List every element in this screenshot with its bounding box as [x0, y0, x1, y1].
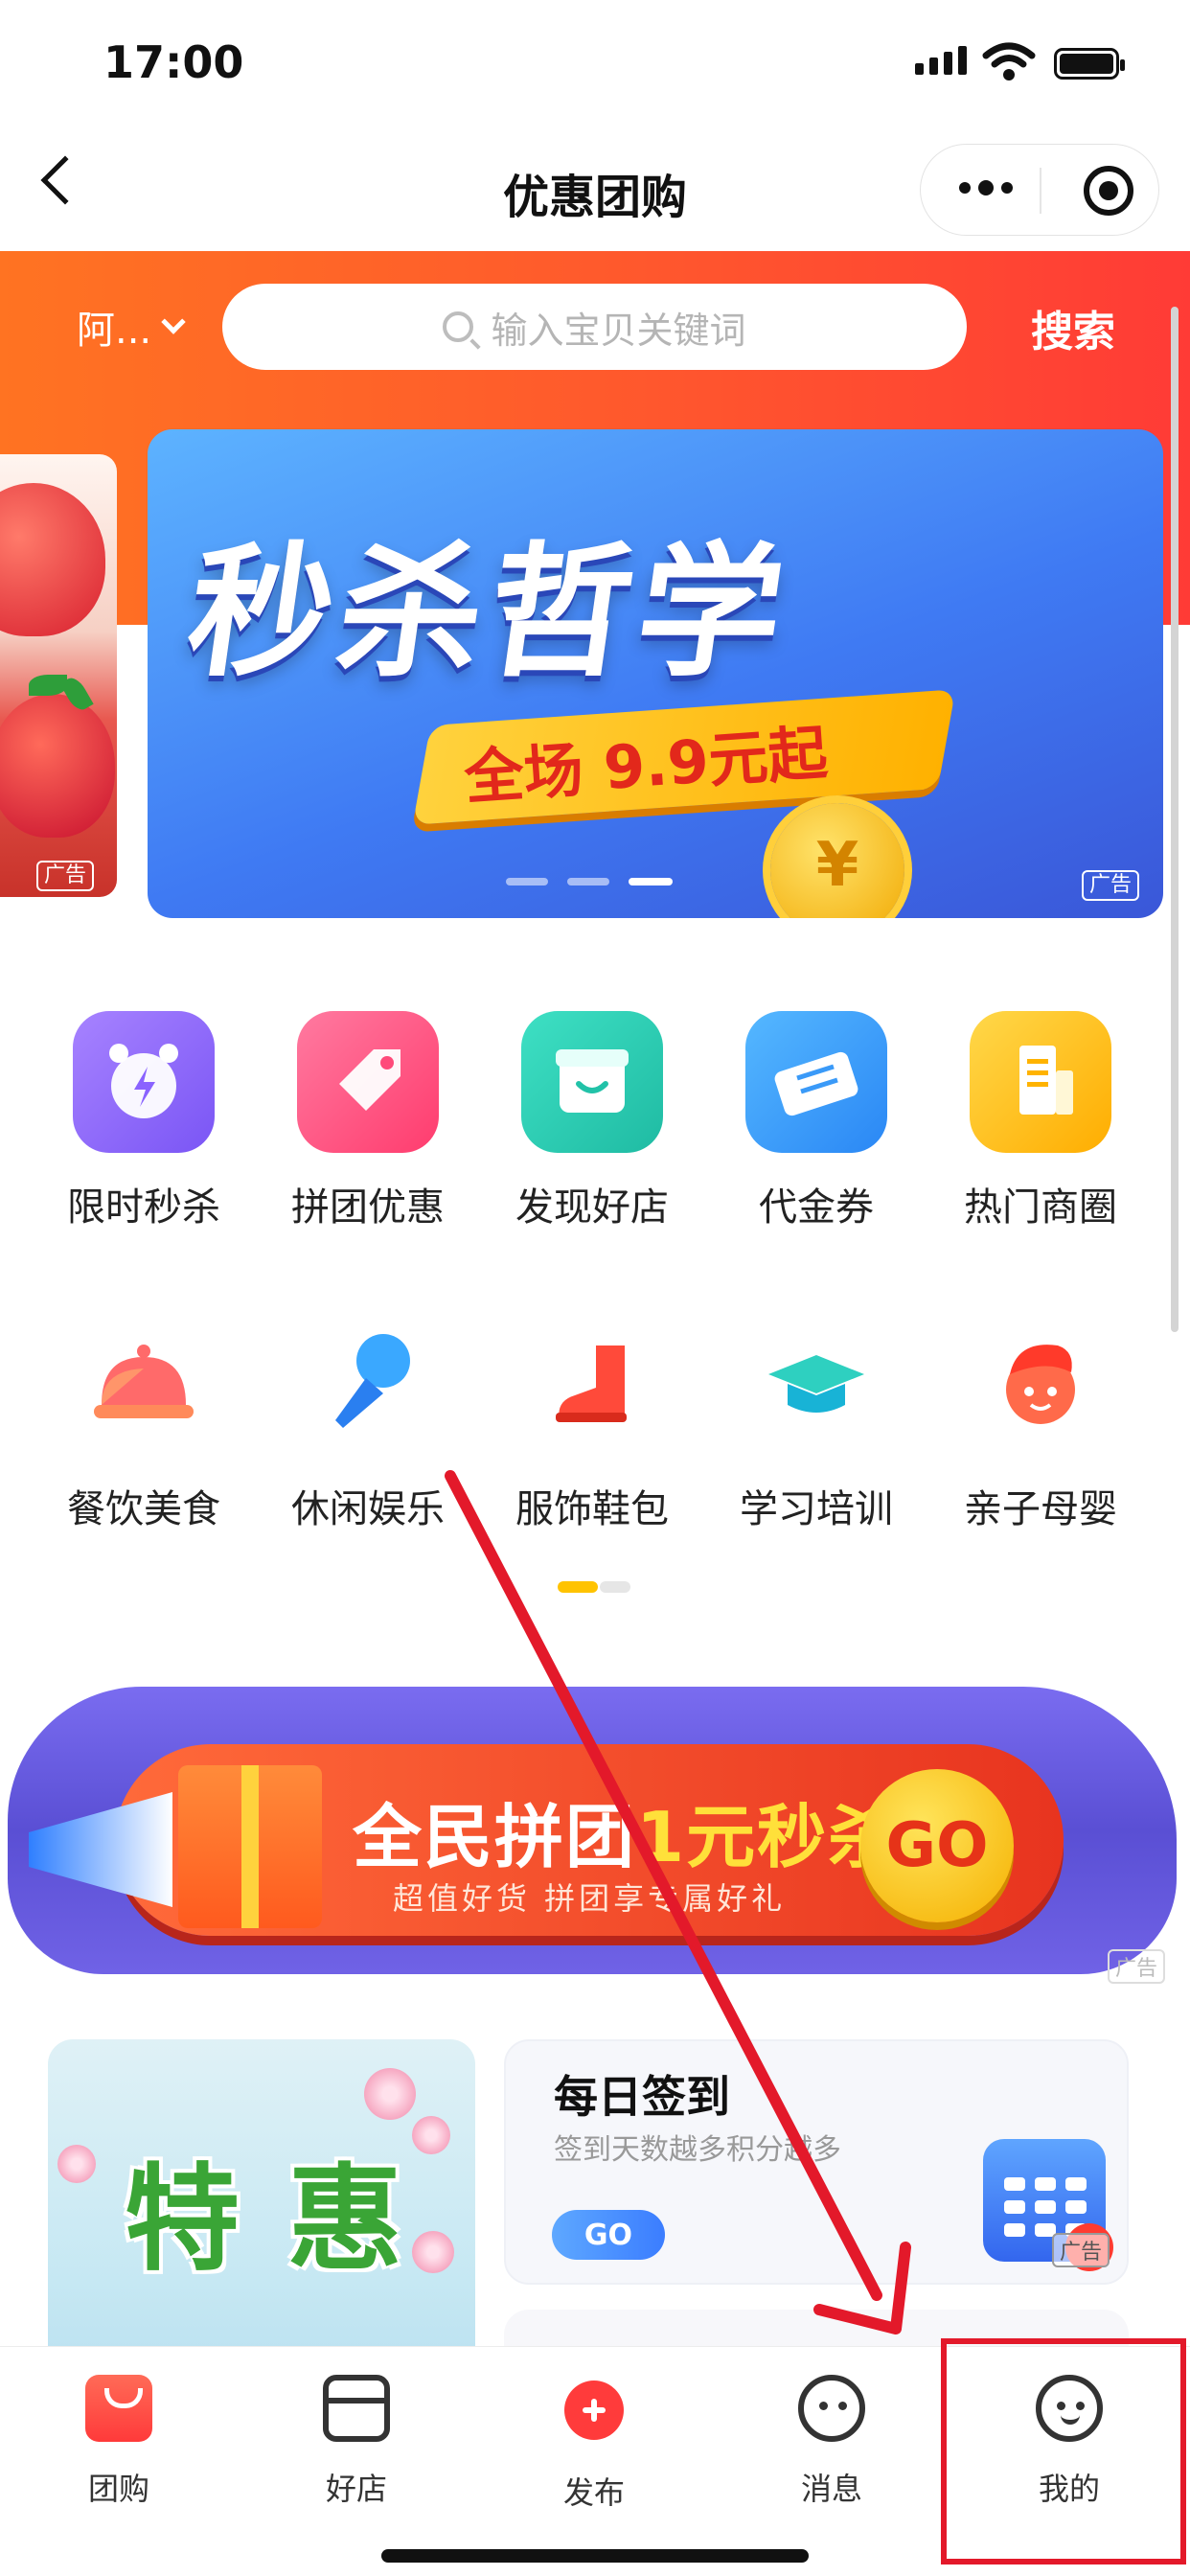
annotation-highlight-box: [941, 2338, 1186, 2564]
screen: { "status_bar": {"time": "17:00"}, "nav"…: [0, 0, 1190, 2576]
annotation-arrow: [445, 1470, 911, 2334]
